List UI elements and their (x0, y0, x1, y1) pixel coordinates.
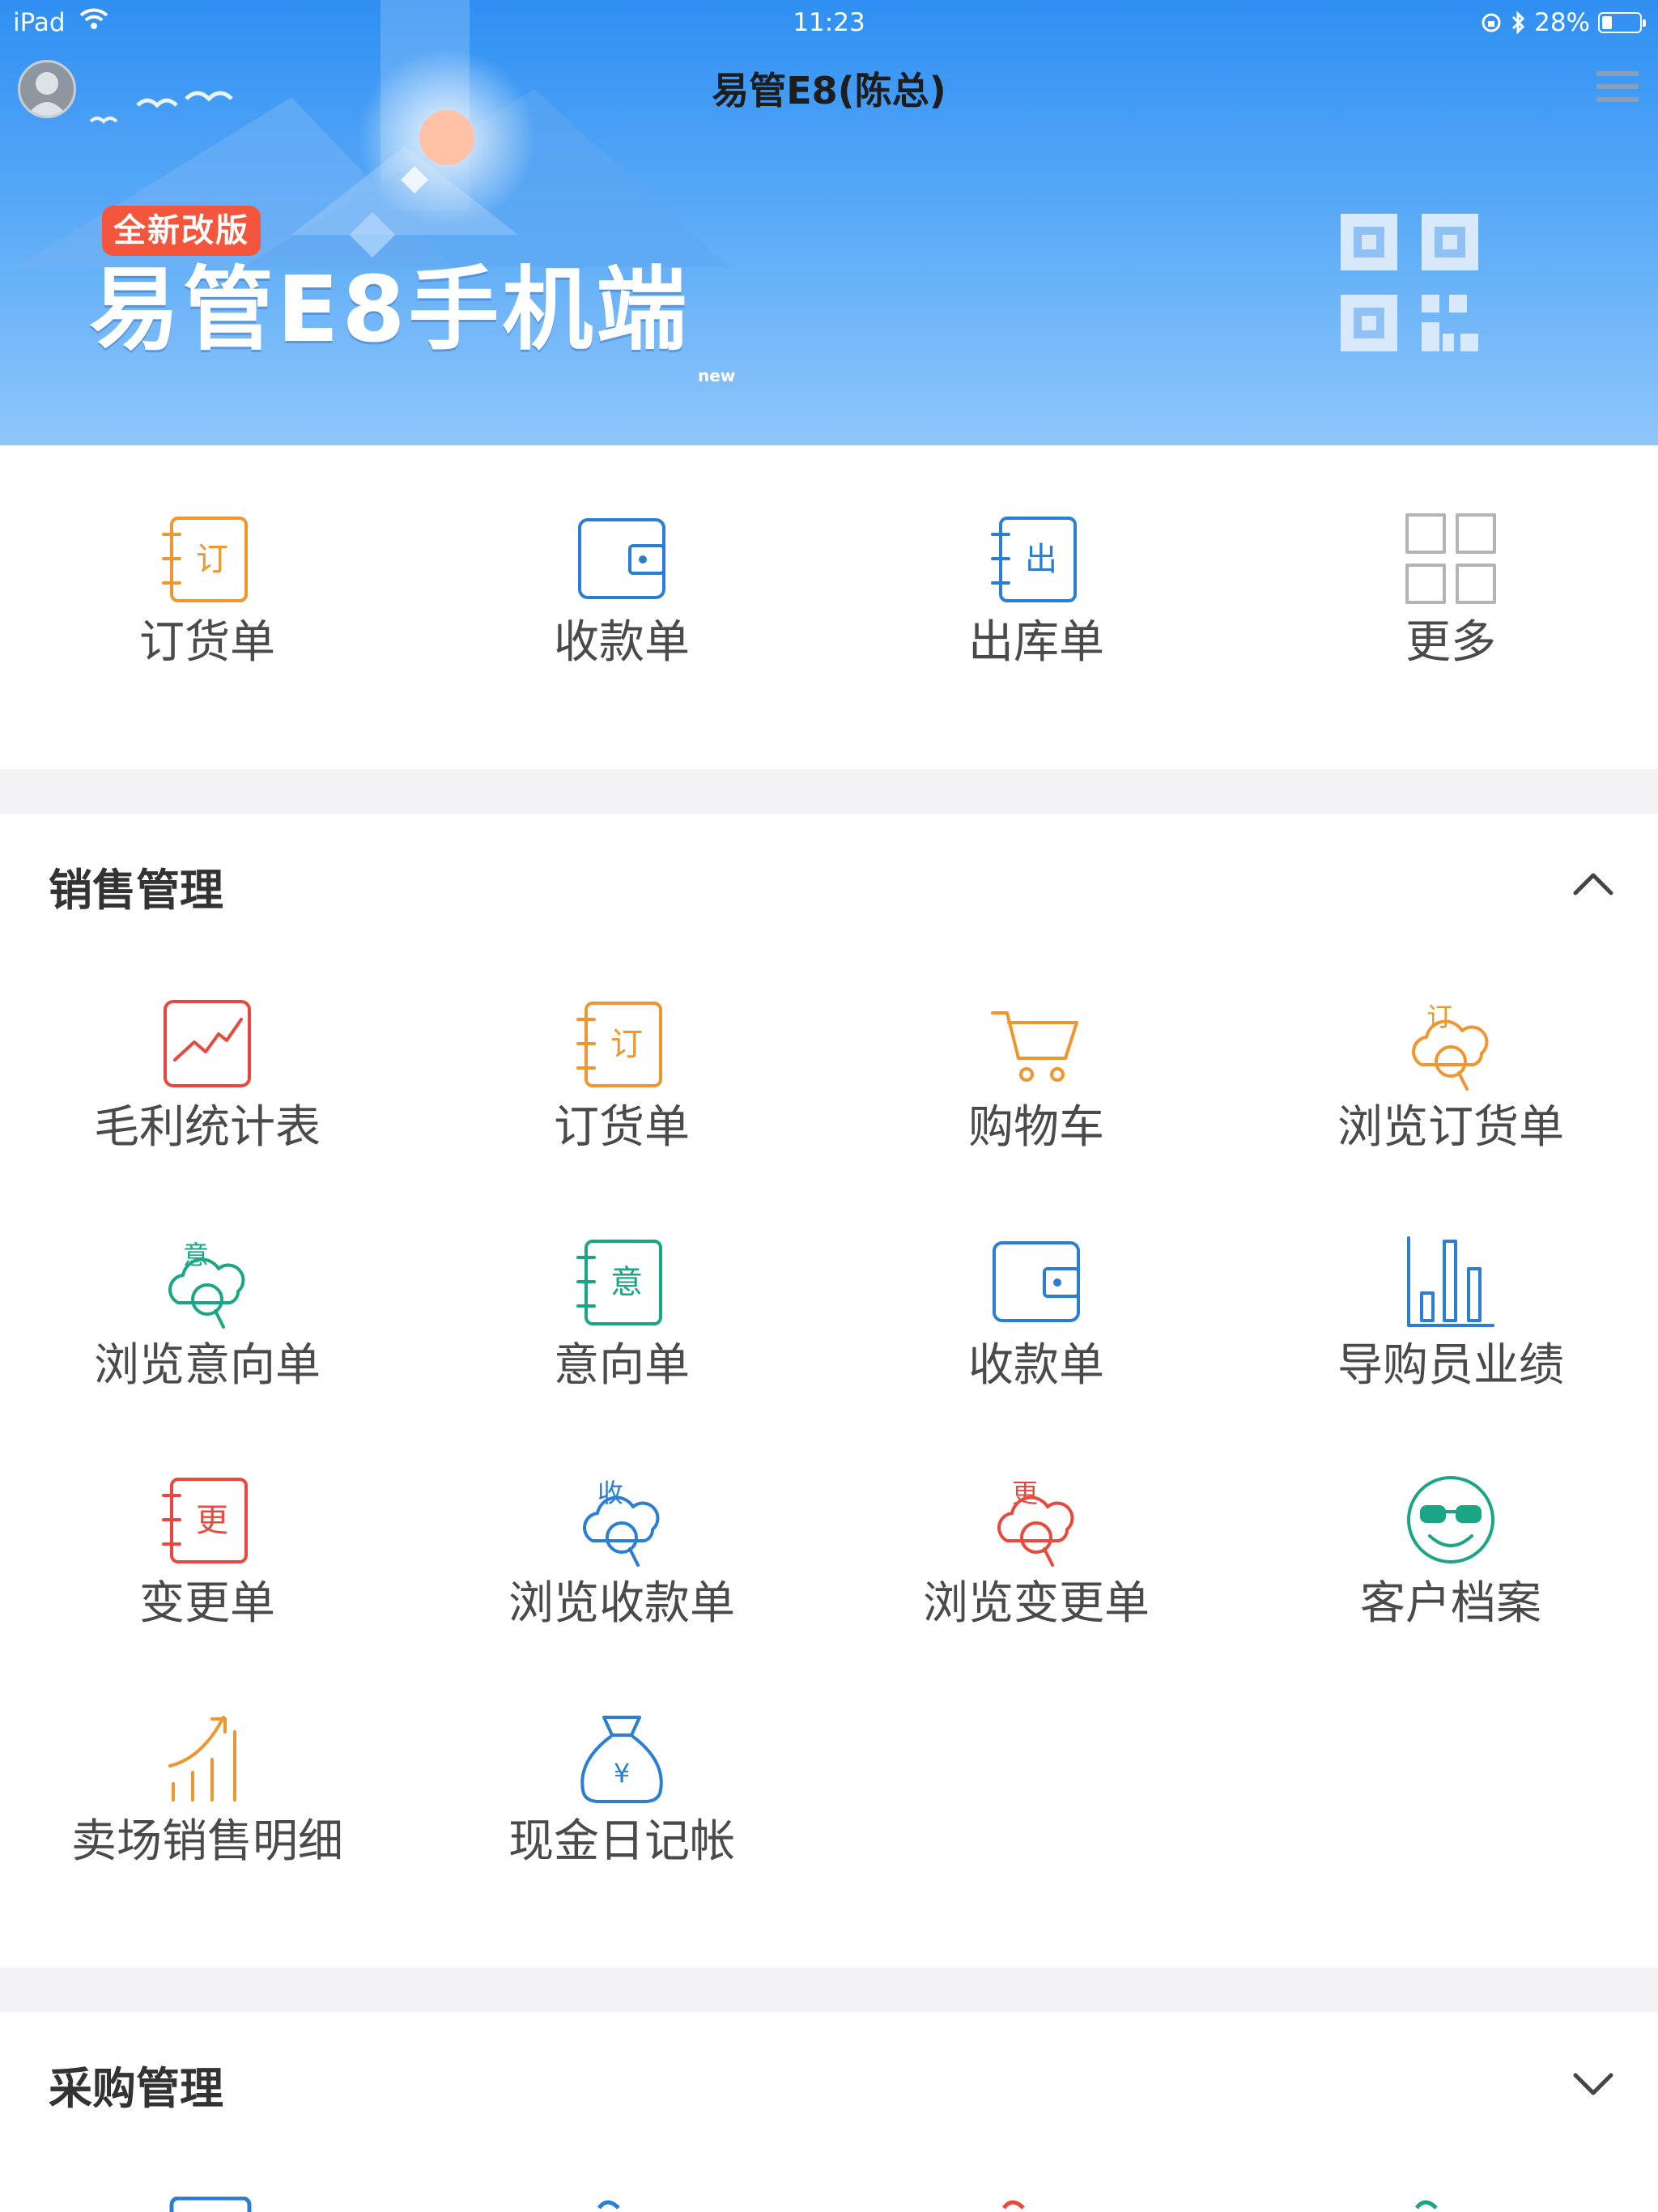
sales-item-label: 浏览订货单 (1337, 1101, 1564, 1154)
sales-item-label: 客户档案 (1360, 1577, 1541, 1630)
browse-intent-icon: 意 (168, 1240, 245, 1329)
quick-action-more[interactable]: 更多 (1244, 510, 1658, 672)
sales-item[interactable]: 导购员业绩 (1244, 1233, 1658, 1395)
sales-item[interactable]: 更 浏览变更单 (829, 1471, 1244, 1633)
svg-text:出: 出 (1025, 541, 1057, 578)
sales-item[interactable]: ¥ 现金日记帐 (414, 1709, 829, 1871)
battery-icon (1598, 12, 1646, 33)
sales-item[interactable]: 收款单 (829, 1233, 1244, 1395)
svg-text:更: 更 (196, 1502, 228, 1539)
sales-item[interactable]: 收 浏览收款单 (414, 1471, 829, 1633)
money-bag-icon: ¥ (580, 1716, 663, 1803)
grid-more-icon (1405, 513, 1496, 604)
status-right-group: 28% (1481, 6, 1646, 39)
chevron-up-icon[interactable] (1569, 867, 1618, 900)
sales-item[interactable]: 订 订货单 (414, 995, 829, 1157)
quick-actions-panel: 订 订货单 收款单 出 出库单 更多 (0, 445, 1658, 769)
outbound-book-icon: 出 (991, 517, 1077, 602)
purchase-section: 采购管理 (0, 2012, 1658, 2212)
sales-item-label: 浏览意向单 (94, 1339, 321, 1392)
quick-action-receipt[interactable]: 收款单 (414, 510, 829, 672)
menu-bar (1596, 84, 1639, 89)
wallet-icon (578, 518, 665, 599)
intent-book-icon: 意 (576, 1240, 662, 1325)
sales-item-label: 购物车 (968, 1101, 1104, 1154)
menu-bar (1596, 97, 1639, 102)
sales-item-label: 浏览变更单 (923, 1577, 1150, 1630)
app-title: 易管E8(陈总) (712, 69, 946, 113)
change-book-icon: 更 (162, 1478, 248, 1563)
customer-face-icon (1407, 1476, 1494, 1563)
sales-item[interactable]: 意 意向单 (414, 1233, 829, 1395)
sales-item-label: 变更单 (139, 1577, 275, 1630)
battery-percent: 28% (1534, 8, 1590, 37)
chevron-down-icon[interactable] (1569, 2069, 1618, 2101)
order-book-icon: 订 (162, 517, 248, 602)
sales-item[interactable]: 毛利统计表 (0, 995, 414, 1157)
quick-action-label: 收款单 (554, 616, 690, 669)
purchase-icons-peek (169, 2197, 1438, 2212)
sales-section-title: 销售管理 (49, 865, 223, 916)
svg-text:¥: ¥ (614, 1758, 630, 1789)
quick-action-outbound[interactable]: 出 出库单 (829, 510, 1244, 672)
quick-action-label: 出库单 (968, 616, 1104, 669)
menu-bar (1596, 71, 1639, 76)
quick-action-label: 更多 (1405, 616, 1496, 669)
sales-item-label: 收款单 (968, 1339, 1104, 1392)
browse-receipt-icon: 收 (583, 1478, 660, 1567)
sales-item[interactable]: 意 浏览意向单 (0, 1233, 414, 1395)
status-time: 11:23 (793, 8, 865, 37)
sales-item[interactable]: 更 变更单 (0, 1471, 414, 1633)
svg-text:订: 订 (196, 541, 228, 578)
sales-section: 销售管理 毛利统计表 订 订货单 购物车 订 浏览订货单意 浏览意向单 意 意向单… (0, 814, 1658, 1967)
svg-text:订: 订 (610, 1026, 643, 1063)
menu-button[interactable] (1596, 71, 1639, 107)
hero-title: 易管E8手机端 (89, 257, 691, 363)
cart-icon (991, 1011, 1078, 1082)
sales-growth-icon (168, 1716, 236, 1802)
sales-item[interactable]: 客户档案 (1244, 1471, 1658, 1633)
order-book-icon: 订 (576, 1002, 662, 1087)
sales-item[interactable]: 订 浏览订货单 (1244, 995, 1658, 1157)
new-version-badge: 全新改版 (102, 206, 261, 256)
sales-item-label: 毛利统计表 (94, 1101, 321, 1154)
sales-item[interactable]: 购物车 (829, 995, 1244, 1157)
quick-action-label: 订货单 (139, 616, 275, 669)
orientation-lock-icon (1482, 13, 1501, 32)
sales-item-label: 导购员业绩 (1337, 1339, 1564, 1392)
sales-item-label: 订货单 (554, 1101, 690, 1154)
svg-text:意: 意 (610, 1264, 643, 1301)
header-banner: iPad 11:23 28% 易管E8(陈总) 全新改版 易管E8手机端 new (0, 0, 1658, 445)
purchase-section-title: 采购管理 (49, 2063, 223, 2114)
sales-item-label: 现金日记帐 (508, 1815, 735, 1868)
bar-chart-icon (1407, 1236, 1494, 1327)
sales-item-label: 浏览收款单 (508, 1577, 735, 1630)
profit-chart-icon (164, 1000, 251, 1087)
quick-action-order[interactable]: 订 订货单 (0, 510, 414, 672)
sales-item-label: 意向单 (554, 1339, 690, 1392)
hero-sub: new (698, 366, 736, 385)
browse-order-icon: 订 (1412, 1002, 1489, 1091)
sales-item[interactable]: 卖场销售明细 (0, 1709, 414, 1871)
bluetooth-icon (1512, 11, 1525, 35)
sales-item-label: 卖场销售明细 (71, 1815, 343, 1868)
browse-change-icon: 更 (997, 1478, 1074, 1567)
wallet-icon (993, 1241, 1080, 1322)
qr-code-icon[interactable] (1341, 214, 1478, 351)
